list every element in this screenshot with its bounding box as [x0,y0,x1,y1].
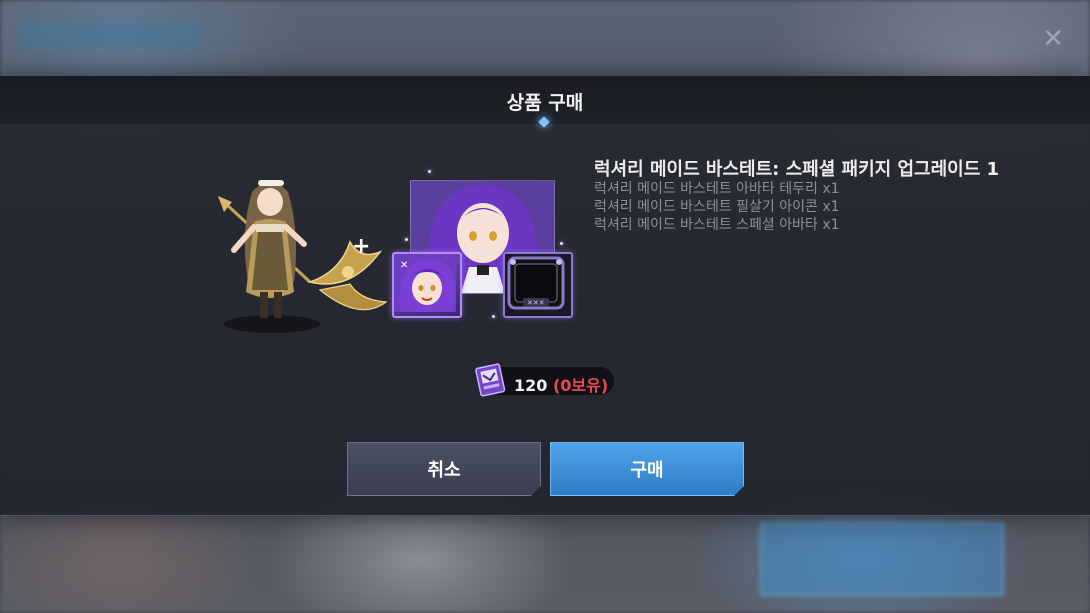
owned-count: (0보유) [552,376,609,395]
sparkle-icon [405,238,408,241]
sparkle-icon [492,315,495,318]
package-contents-list: 럭셔리 메이드 바스테트 아바타 테두리 x1 럭셔리 메이드 바스테트 필살기… [594,180,840,234]
ticket-icon [475,363,506,397]
buy-button[interactable]: 구매 [550,442,744,496]
cancel-button-label: 취소 [427,460,461,481]
game-screen: ✕ 상품 구매 + ✕ ✕✕✕ 럭셔리 메이드 바스테트: 스페셜 패키지 업그… [0,0,1090,613]
background-top-bar [20,22,200,48]
price-label: 120 (0보유) [514,372,608,396]
buy-button-label: 구매 [630,460,664,481]
svg-text:✕✕✕: ✕✕✕ [527,299,545,307]
avatar-frame-item[interactable]: ✕✕✕ [503,252,573,318]
list-item: 럭셔리 메이드 바스테트 필살기 아이콘 x1 [594,199,840,215]
sparkle-icon [428,170,431,173]
plus-icon: + [352,234,371,259]
sparkle-icon [560,242,563,245]
svg-text:✕: ✕ [400,260,408,271]
dialog-title: 상품 구매 [506,92,584,114]
list-item: 럭셔리 메이드 바스테트 아바타 테두리 x1 [594,181,840,197]
price-amount: 120 [514,376,548,395]
product-name: 럭셔리 메이드 바스테트: 스페셜 패키지 업그레이드 1 [594,159,1000,180]
background-bottom-panel [760,522,1004,596]
skill-icon-portrait: ✕ [394,254,456,312]
skill-icon-item[interactable]: ✕ [392,252,462,318]
background-close-icon: ✕ [1042,24,1064,54]
cancel-button[interactable]: 취소 [347,442,541,496]
list-item: 럭셔리 메이드 바스테트 스페셜 아바타 x1 [594,217,840,233]
avatar-frame-graphic: ✕✕✕ [507,256,565,310]
